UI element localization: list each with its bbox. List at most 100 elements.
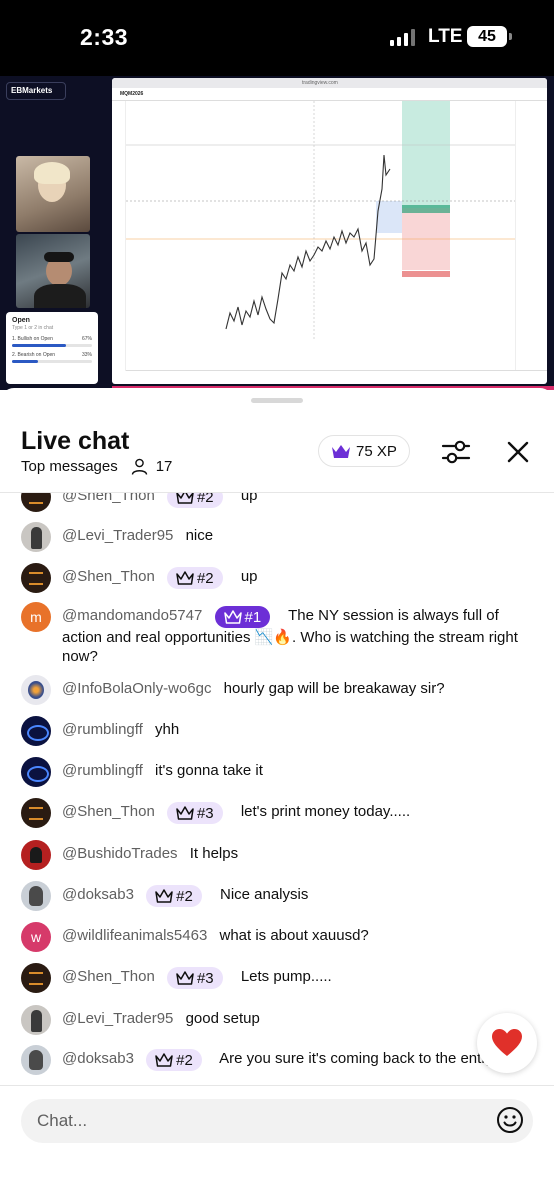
author-name[interactable]: @InfoBolaOnly-wo6gc bbox=[62, 680, 211, 697]
chat-message: @doksab3 #2 Nice analysis bbox=[21, 881, 536, 911]
poll-card: Open Type 1 or 2 in chat 1. Bullish on O… bbox=[6, 312, 98, 384]
poll-bar bbox=[12, 344, 92, 347]
author-name[interactable]: @doksab3 bbox=[62, 886, 134, 903]
avatar[interactable] bbox=[21, 963, 51, 993]
avatar[interactable] bbox=[21, 1005, 51, 1035]
xp-button[interactable]: 75 XP bbox=[318, 435, 410, 467]
message-text: up bbox=[240, 568, 258, 585]
battery-icon: 45 bbox=[467, 26, 512, 47]
chat-message: @Levi_Trader95 good setup bbox=[21, 1005, 536, 1035]
chat-message: @InfoBolaOnly-wo6gc hourly gap will be b… bbox=[21, 675, 536, 705]
author-name[interactable]: @rumblingff bbox=[62, 721, 143, 738]
avatar[interactable] bbox=[21, 881, 51, 911]
chat-title: Live chat bbox=[21, 427, 130, 455]
crown-icon bbox=[176, 571, 194, 585]
chat-mode-selector[interactable]: Top messages 17 bbox=[21, 458, 172, 475]
rank-badge: #2 bbox=[146, 885, 202, 907]
chat-message: @Shen_Thon #2 up bbox=[21, 563, 536, 593]
message-text: Nice analysis bbox=[219, 886, 309, 903]
viewer-count: 17 bbox=[155, 458, 173, 475]
author-name[interactable]: @Shen_Thon bbox=[62, 493, 155, 504]
broker-logo: EBMarkets bbox=[6, 82, 66, 100]
avatar[interactable]: w bbox=[21, 922, 51, 952]
avatar[interactable] bbox=[21, 840, 51, 870]
rank-badge: #2 bbox=[146, 1049, 202, 1071]
chat-message: w @wildlifeanimals5463 what is about xau… bbox=[21, 922, 536, 952]
author-name[interactable]: @Shen_Thon bbox=[62, 968, 155, 985]
person-icon bbox=[131, 458, 147, 475]
chat-message: @doksab3 #2 Are you sure it's coming bac… bbox=[21, 1045, 536, 1075]
crown-icon bbox=[332, 444, 350, 458]
message-text: Lets pump..... bbox=[240, 968, 332, 985]
message-text: Are you sure it's coming back to the ent… bbox=[219, 1050, 494, 1067]
avatar[interactable] bbox=[21, 522, 51, 552]
emoji-icon[interactable] bbox=[496, 1106, 524, 1134]
chat-message: m @mandomando5747 #1 The NY session is a… bbox=[21, 602, 536, 666]
rank-badge: #1 bbox=[214, 606, 271, 628]
avatar[interactable] bbox=[21, 757, 51, 787]
status-bar: 2:33 LTE 45 bbox=[0, 0, 554, 76]
message-text: let's print money today..... bbox=[240, 803, 411, 820]
crown-icon bbox=[155, 889, 173, 903]
filter-settings-icon[interactable] bbox=[441, 438, 471, 466]
price-chart-graphic bbox=[126, 101, 515, 341]
author-name[interactable]: @Levi_Trader95 bbox=[62, 527, 173, 544]
rank-badge: #2 bbox=[166, 493, 223, 508]
time-scale bbox=[126, 370, 547, 384]
message-text: up bbox=[240, 493, 258, 504]
price-scale bbox=[515, 101, 547, 371]
close-icon[interactable] bbox=[505, 439, 531, 465]
rank-badge: #2 bbox=[166, 567, 223, 589]
chat-mode-label: Top messages bbox=[21, 458, 118, 475]
drawing-tools bbox=[112, 101, 126, 371]
message-text: what is about xauusd? bbox=[219, 927, 369, 944]
crown-icon bbox=[155, 1053, 173, 1067]
avatar[interactable] bbox=[21, 1045, 51, 1075]
chat-message: @BushidoTrades It helps bbox=[21, 840, 536, 870]
chat-message: @rumblingff it's gonna take it bbox=[21, 757, 536, 787]
message-text: It helps bbox=[189, 845, 239, 862]
webcam-host-1 bbox=[16, 156, 90, 232]
status-time: 2:33 bbox=[80, 24, 129, 50]
avatar[interactable] bbox=[21, 798, 51, 828]
chat-message: @Levi_Trader95 nice bbox=[21, 522, 536, 552]
author-name[interactable]: @mandomando5747 bbox=[62, 607, 202, 624]
poll-title: Open bbox=[12, 317, 30, 324]
author-name[interactable]: @Levi_Trader95 bbox=[62, 1010, 173, 1027]
chart-symbol: MQM2026 bbox=[120, 91, 144, 97]
poll-subtitle: Type 1 or 2 in chat bbox=[12, 325, 54, 331]
avatar[interactable]: m bbox=[21, 602, 51, 632]
poll-option: 1. Bullish on Open 67% bbox=[12, 336, 92, 342]
chat-messages-list[interactable]: @Shen_Thon #2 up @Levi_Trader95 nice @Sh… bbox=[0, 493, 554, 1083]
trading-chart-screen: tradingview.com MQM2026 bbox=[112, 78, 547, 384]
message-text: good setup bbox=[185, 1010, 260, 1027]
heart-reaction-button[interactable] bbox=[477, 1013, 537, 1073]
message-text: nice bbox=[185, 527, 214, 544]
message-text: yhh bbox=[155, 721, 180, 738]
chat-message: @Shen_Thon #3 let's print money today...… bbox=[21, 798, 536, 828]
chart-toolbar bbox=[112, 88, 547, 101]
avatar[interactable] bbox=[21, 493, 51, 512]
drag-handle[interactable] bbox=[251, 398, 303, 403]
author-name[interactable]: @Shen_Thon bbox=[62, 568, 155, 585]
webcam-host-2 bbox=[16, 234, 90, 308]
browser-url: tradingview.com bbox=[302, 80, 338, 86]
chat-message: @Shen_Thon #3 Lets pump..... bbox=[21, 963, 536, 993]
chat-input[interactable] bbox=[21, 1099, 533, 1143]
avatar[interactable] bbox=[21, 563, 51, 593]
rank-badge: #3 bbox=[166, 967, 223, 989]
avatar[interactable] bbox=[21, 716, 51, 746]
crown-icon bbox=[223, 610, 242, 624]
author-name[interactable]: @wildlifeanimals5463 bbox=[62, 927, 207, 944]
message-text: hourly gap will be breakaway sir? bbox=[223, 680, 445, 697]
message-text: it's gonna take it bbox=[155, 762, 263, 779]
author-name[interactable]: @doksab3 bbox=[62, 1050, 134, 1067]
author-name[interactable]: @Shen_Thon bbox=[62, 803, 155, 820]
avatar[interactable] bbox=[21, 675, 51, 705]
rank-badge: #3 bbox=[166, 802, 223, 824]
poll-option: 2. Bearish on Open 33% bbox=[12, 352, 92, 358]
author-name[interactable]: @BushidoTrades bbox=[62, 845, 178, 862]
signal-icon bbox=[390, 28, 415, 46]
author-name[interactable]: @rumblingff bbox=[62, 762, 143, 779]
live-video[interactable]: EBMarkets Open Type 1 or 2 in chat 1. Bu… bbox=[0, 76, 554, 390]
